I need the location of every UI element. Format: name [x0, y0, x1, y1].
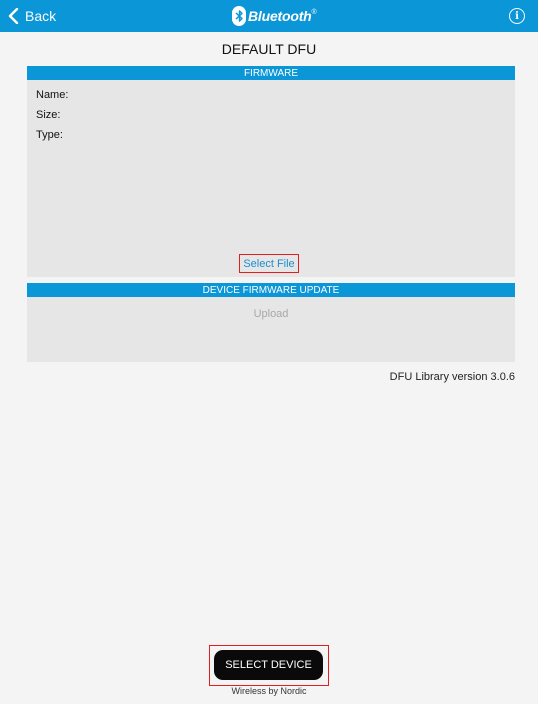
bluetooth-icon: [232, 6, 246, 26]
select-device-button[interactable]: SELECT DEVICE: [214, 650, 323, 680]
firmware-name-label: Name:: [36, 89, 69, 101]
page-title: DEFAULT DFU: [221, 41, 317, 57]
info-icon[interactable]: i: [509, 8, 525, 24]
library-version: DFU Library version 3.0.6: [389, 371, 515, 383]
top-navigation-bar: Back Bluetooth ® i: [0, 0, 538, 32]
firmware-section-header: FIRMWARE: [27, 66, 515, 80]
bluetooth-logo: Bluetooth ®: [232, 5, 317, 27]
firmware-type-label: Type:: [36, 129, 63, 141]
back-label: Back: [25, 8, 57, 24]
select-device-highlight: SELECT DEVICE: [209, 645, 329, 686]
firmware-size-label: Size:: [36, 109, 61, 121]
bluetooth-wordmark: Bluetooth: [248, 8, 312, 24]
select-file-button[interactable]: Select File: [239, 254, 299, 273]
chevron-left-icon: [8, 8, 19, 24]
upload-button[interactable]: Upload: [27, 308, 515, 320]
back-button[interactable]: Back: [8, 5, 56, 27]
dfu-section-header: DEVICE FIRMWARE UPDATE: [27, 283, 515, 297]
registered-mark: ®: [311, 8, 317, 16]
firmware-panel: Name: Size: Type: Select File: [27, 80, 515, 277]
footer-branding: Wireless by Nordic: [231, 686, 307, 696]
dfu-panel: Upload: [27, 297, 515, 362]
